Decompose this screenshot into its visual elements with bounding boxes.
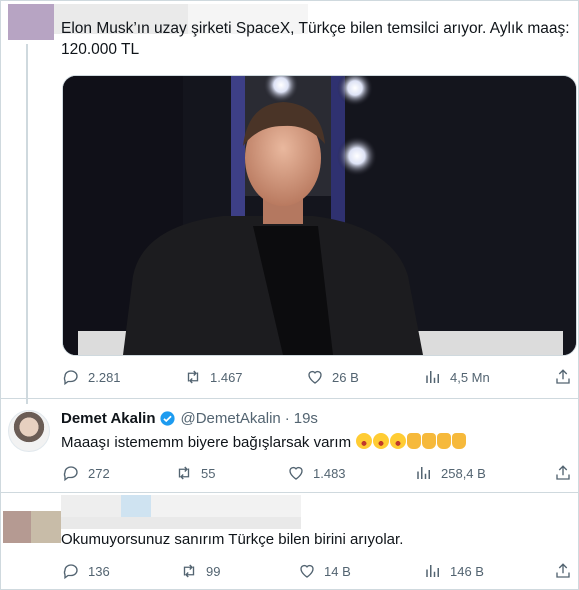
like-button[interactable]: 1.483 <box>287 464 346 482</box>
share-icon <box>556 465 570 480</box>
thumbs-up-emoji-icon <box>407 433 422 449</box>
laughing-emoji-icon <box>373 433 390 449</box>
views-button[interactable]: 146 B <box>424 562 484 580</box>
tweet-time[interactable]: 19s <box>294 410 318 427</box>
reply-icon <box>63 564 78 580</box>
reply-button[interactable]: 2.281 <box>62 368 121 386</box>
author-row: Demet Akalin @DemetAkalin · 19s <box>61 410 318 427</box>
retweet-button[interactable]: 99 <box>180 562 220 580</box>
retweet-count: 1.467 <box>210 369 243 385</box>
heart-icon <box>289 466 303 480</box>
retweet-count: 99 <box>206 563 221 579</box>
reply-actions: 136 99 14 B 146 B <box>62 562 572 584</box>
reply-button[interactable]: 136 <box>62 562 110 580</box>
views-count: 146 B <box>450 563 484 579</box>
reply-count: 272 <box>88 465 110 481</box>
reply-text: Okumuyorsunuz sanırım Türkçe bilen birin… <box>61 531 404 548</box>
laughing-emoji-icon <box>356 433 373 449</box>
heart-icon <box>300 564 314 578</box>
thumbs-up-emoji-icon <box>452 433 467 449</box>
views-count: 258,4 B <box>441 465 486 481</box>
retweet-icon <box>178 466 190 480</box>
share-button[interactable] <box>554 464 572 482</box>
reply-actions: 272 55 1.483 258,4 B <box>62 464 572 486</box>
views-chart-icon <box>426 565 439 577</box>
reply-text: Maaaşı istememm biyere bağışlarsak varım <box>61 433 467 451</box>
redacted-avatar <box>8 4 54 40</box>
views-chart-icon <box>426 371 439 383</box>
views-button[interactable]: 258,4 B <box>415 464 486 482</box>
divider <box>0 492 579 493</box>
share-button[interactable] <box>554 562 572 580</box>
author-name[interactable]: Demet Akalin <box>61 410 155 427</box>
like-button[interactable]: 14 B <box>298 562 351 580</box>
retweet-button[interactable]: 55 <box>175 464 215 482</box>
tweet-actions: 2.281 1.467 26 B 4,5 Mn <box>62 368 572 390</box>
thumbs-up-emoji-icon <box>422 433 437 449</box>
share-icon <box>556 369 570 384</box>
separator-dot: · <box>284 410 290 427</box>
author-handle[interactable]: @DemetAkalin <box>180 410 280 427</box>
reply-count: 2.281 <box>88 369 121 385</box>
verified-badge-icon <box>160 411 176 426</box>
reply-text-body: Maaaşı istememm biyere bağışlarsak varım <box>61 434 352 451</box>
retweet-icon <box>183 564 195 578</box>
reply-icon <box>63 466 78 482</box>
photo-content <box>63 76 576 355</box>
reply-icon <box>63 370 78 386</box>
tweet-photo[interactable] <box>62 75 577 356</box>
views-count: 4,5 Mn <box>450 369 490 385</box>
like-count: 1.483 <box>313 465 346 481</box>
views-button[interactable]: 4,5 Mn <box>424 368 490 386</box>
retweet-button[interactable]: 1.467 <box>184 368 243 386</box>
avatar[interactable] <box>8 410 50 452</box>
heart-icon <box>308 370 322 384</box>
share-icon <box>556 563 570 578</box>
tweet-text: Elon Musk’ın uzay şirketi SpaceX, Türkçe… <box>61 20 570 58</box>
like-button[interactable]: 26 B <box>306 368 359 386</box>
laughing-emoji-icon <box>390 433 407 449</box>
thumbs-up-emoji-icon <box>437 433 452 449</box>
like-count: 26 B <box>332 369 359 385</box>
like-count: 14 B <box>324 563 351 579</box>
retweet-count: 55 <box>201 465 216 481</box>
views-chart-icon <box>417 467 430 479</box>
share-button[interactable] <box>554 368 572 386</box>
retweet-icon <box>187 370 199 384</box>
reply-button[interactable]: 272 <box>62 464 110 482</box>
reply-count: 136 <box>88 563 110 579</box>
divider <box>0 398 579 399</box>
thread-connector <box>26 44 28 404</box>
